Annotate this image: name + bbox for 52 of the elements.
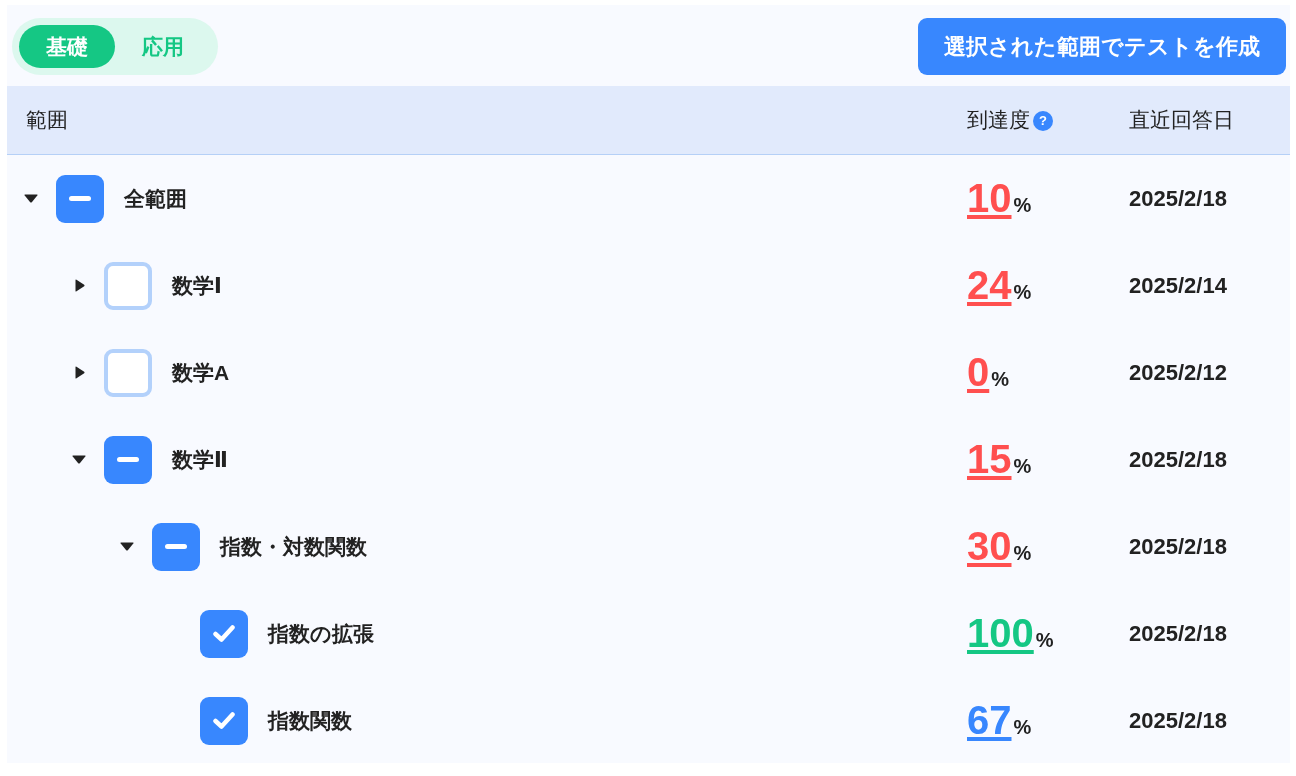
minus-icon [165, 544, 187, 549]
checkbox[interactable] [200, 609, 248, 658]
minus-icon [69, 196, 91, 201]
check-icon [213, 625, 235, 642]
score-link[interactable]: 67 [967, 699, 1012, 740]
check-icon [213, 712, 235, 729]
checkbox[interactable] [56, 174, 104, 223]
percent-unit: % [1013, 279, 1032, 305]
mode-tab[interactable]: 応用 [115, 25, 211, 68]
percent-unit: % [1035, 627, 1054, 653]
percent-unit: % [1013, 192, 1032, 218]
answer-date: 2025/2/18 [1129, 447, 1227, 472]
minus-icon [117, 457, 139, 462]
mode-tab[interactable]: 基礎 [19, 25, 115, 68]
caret-down-icon[interactable] [120, 542, 134, 551]
answer-date: 2025/2/12 [1129, 360, 1227, 385]
range-label: 数学Ⅰ [172, 272, 222, 299]
column-header: 直近回答日 [1129, 108, 1234, 132]
checkbox[interactable] [152, 522, 200, 571]
percent-unit: % [1013, 714, 1032, 740]
checkbox[interactable] [104, 261, 152, 310]
range-label: 指数の拡張 [268, 620, 374, 647]
caret-down-icon[interactable] [24, 194, 38, 203]
score-link[interactable]: 30 [967, 525, 1012, 566]
help-icon[interactable]: ? [1033, 110, 1053, 131]
column-header: 範囲 [26, 108, 68, 132]
percent-unit: % [991, 366, 1010, 392]
answer-date: 2025/2/14 [1129, 273, 1227, 298]
caret-down-icon[interactable] [72, 455, 86, 464]
checkbox[interactable] [104, 348, 152, 397]
answer-date: 2025/2/18 [1129, 186, 1227, 211]
score-link[interactable]: 0 [967, 351, 990, 392]
percent-unit: % [1013, 453, 1032, 479]
score-link[interactable]: 15 [967, 438, 1012, 479]
answer-date: 2025/2/18 [1129, 534, 1227, 559]
range-label: 指数関数 [268, 707, 352, 734]
answer-date: 2025/2/18 [1129, 621, 1227, 646]
checkbox[interactable] [200, 696, 248, 745]
range-label: 数学Ⅱ [172, 446, 228, 473]
percent-unit: % [1013, 540, 1032, 566]
checkbox[interactable] [104, 435, 152, 484]
score-link[interactable]: 24 [967, 264, 1012, 305]
answer-date: 2025/2/18 [1129, 708, 1227, 733]
range-label: 全範囲 [124, 185, 187, 212]
create-test-button[interactable]: 選択された範囲でテストを作成 [918, 18, 1286, 75]
column-header: 到達度 [967, 108, 1030, 132]
range-label: 指数・対数関数 [220, 533, 367, 560]
caret-right-icon[interactable] [75, 279, 85, 292]
score-link[interactable]: 100 [967, 612, 1034, 653]
score-link[interactable]: 10 [967, 177, 1012, 218]
caret-right-icon[interactable] [75, 366, 85, 379]
range-label: 数学A [172, 359, 230, 386]
